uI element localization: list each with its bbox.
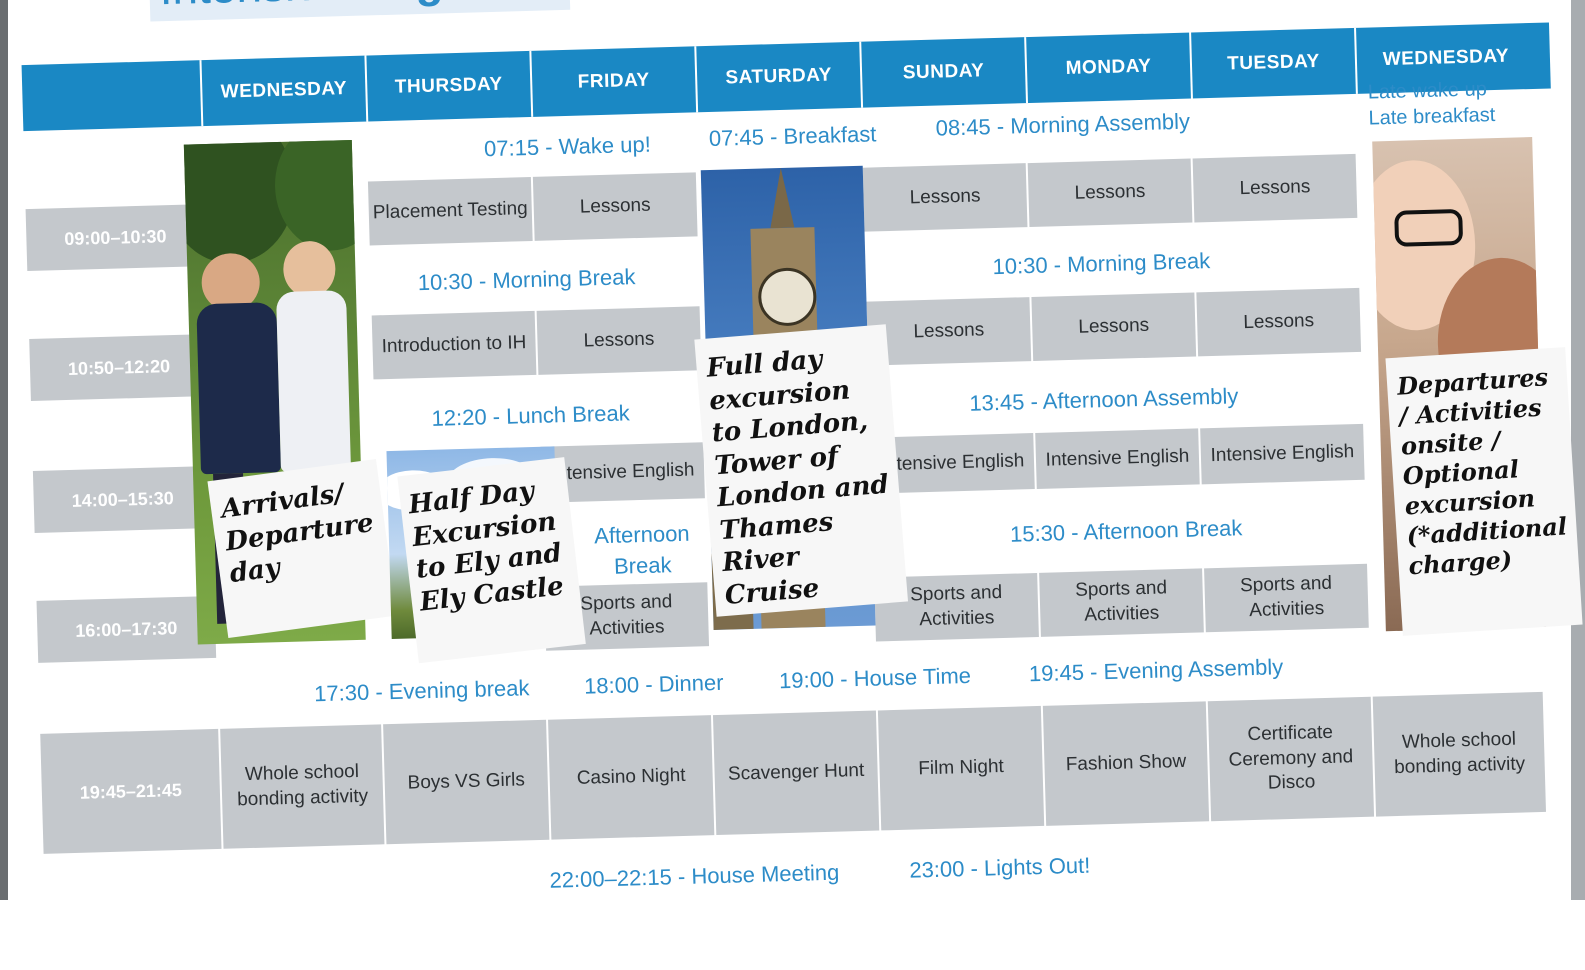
cell-thu-placement: Placement Testing (367, 176, 533, 246)
band-house-meeting: 22:00–22:15 - House Meeting (549, 859, 840, 893)
note-wednesday-2: Departures / Activities onsite / Optiona… (1385, 347, 1583, 636)
photo-face-2 (282, 240, 337, 298)
note-thursday: Half Day Excursion to Ely and Ely Castle (397, 457, 586, 664)
cell-thu-intro: Introduction to IH (371, 310, 537, 380)
day-header-row: WEDNESDAY THURSDAY FRIDAY SATURDAY SUNDA… (21, 22, 1551, 132)
header-thursday: THURSDAY (364, 50, 532, 122)
band-morning-break-thu-fri: 10:30 - Morning Break (417, 264, 636, 296)
cell-ev-wed: Whole school bonding activity (220, 724, 385, 849)
note-wednesday: Arrivals/ Departure day (207, 458, 397, 639)
band-lights-out: 23:00 - Lights Out! (909, 852, 1091, 883)
band-evening-assembly: 19:45 - Evening Assembly (1028, 654, 1284, 687)
band-morning-assembly: 08:45 - Morning Assembly (935, 108, 1191, 141)
cell-mon-sports: Sports and Activities (1039, 568, 1204, 637)
title-bold: Eng (356, 0, 444, 9)
time-label-1600: 16:00–17:30 (36, 595, 217, 663)
band-house-time: 19:00 - House Time (778, 662, 972, 694)
band-evening-break: 17:30 - Evening break (313, 675, 530, 707)
cell-mon-lessons-1: Lessons (1027, 158, 1193, 228)
cell-fri-lessons-2: Lessons (536, 306, 702, 375)
header-friday: FRIDAY (529, 46, 697, 117)
timetable-sheet: Intensive Eng WEDNESDAY THURSDAY FRIDAY … (0, 0, 1585, 970)
band-dinner: 18:00 - Dinner (583, 669, 724, 699)
cell-ev-sat: Scavenger Hunt (712, 710, 880, 836)
time-label-1400: 14:00–15:30 (32, 466, 213, 533)
cell-tue-lessons-1: Lessons (1192, 153, 1358, 223)
cell-fri-lessons-1: Lessons (532, 172, 698, 241)
cell-sun-lessons-2: Lessons (866, 297, 1032, 366)
band-afternoon-break: 15:30 - Afternoon Break (1009, 515, 1243, 547)
note-saturday: Full day excursion to London, Tower of L… (694, 324, 909, 617)
band-lunch-break: 12:20 - Lunch Break (431, 400, 630, 431)
photo-tree-right (273, 139, 366, 253)
time-label-1945: 19:45–21:45 (40, 728, 222, 854)
cell-mon-lessons-2: Lessons (1031, 292, 1197, 362)
band-afternoon-assembly: 13:45 - Afternoon Assembly (969, 383, 1239, 416)
cell-ev-sun: Film Night (877, 705, 1045, 831)
cell-sun-lessons-1: Lessons (862, 163, 1028, 232)
time-label-0900: 09:00–10:30 (25, 204, 206, 272)
band-friday-afternoon-break: Afternoon Break (593, 520, 690, 579)
header-monday: MONDAY (1024, 32, 1191, 104)
photo-white-shirt (275, 290, 351, 473)
band-morning-break-sun-tue: 10:30 - Morning Break (992, 248, 1211, 280)
header-sunday: SUNDAY (859, 37, 1027, 108)
cell-ev-fri: Casino Night (548, 715, 715, 840)
photo-tower-spire (769, 168, 795, 229)
cell-tue-sports: Sports and Activities (1204, 563, 1369, 633)
cell-ev-tue: Certificate Ceremony and Disco (1207, 696, 1375, 822)
time-label-1050: 10:50–12:20 (29, 334, 209, 402)
cell-tue-intensive-english: Intensive English (1200, 423, 1365, 485)
cell-ev-wed-2: Whole school bonding activity (1372, 691, 1546, 817)
band-late-wake-up: Late wake up (1367, 78, 1488, 104)
band-breakfast: 07:45 - Breakfast (708, 121, 877, 151)
cell-mon-intensive-english: Intensive English (1035, 428, 1200, 489)
photo-navy-hoodie (196, 302, 282, 475)
band-late-breakfast: Late breakfast (1368, 104, 1496, 130)
photo-glasses-icon (1394, 208, 1464, 247)
cell-tue-lessons-2: Lessons (1196, 287, 1362, 357)
header-saturday: SATURDAY (694, 41, 862, 113)
band-wake-up: 07:15 - Wake up! (483, 131, 652, 162)
header-wednesday: WEDNESDAY (199, 55, 367, 127)
header-tuesday: TUESDAY (1189, 27, 1356, 99)
cell-ev-thu: Boys VS Girls (383, 719, 550, 845)
cell-ev-mon: Fashion Show (1042, 701, 1210, 826)
